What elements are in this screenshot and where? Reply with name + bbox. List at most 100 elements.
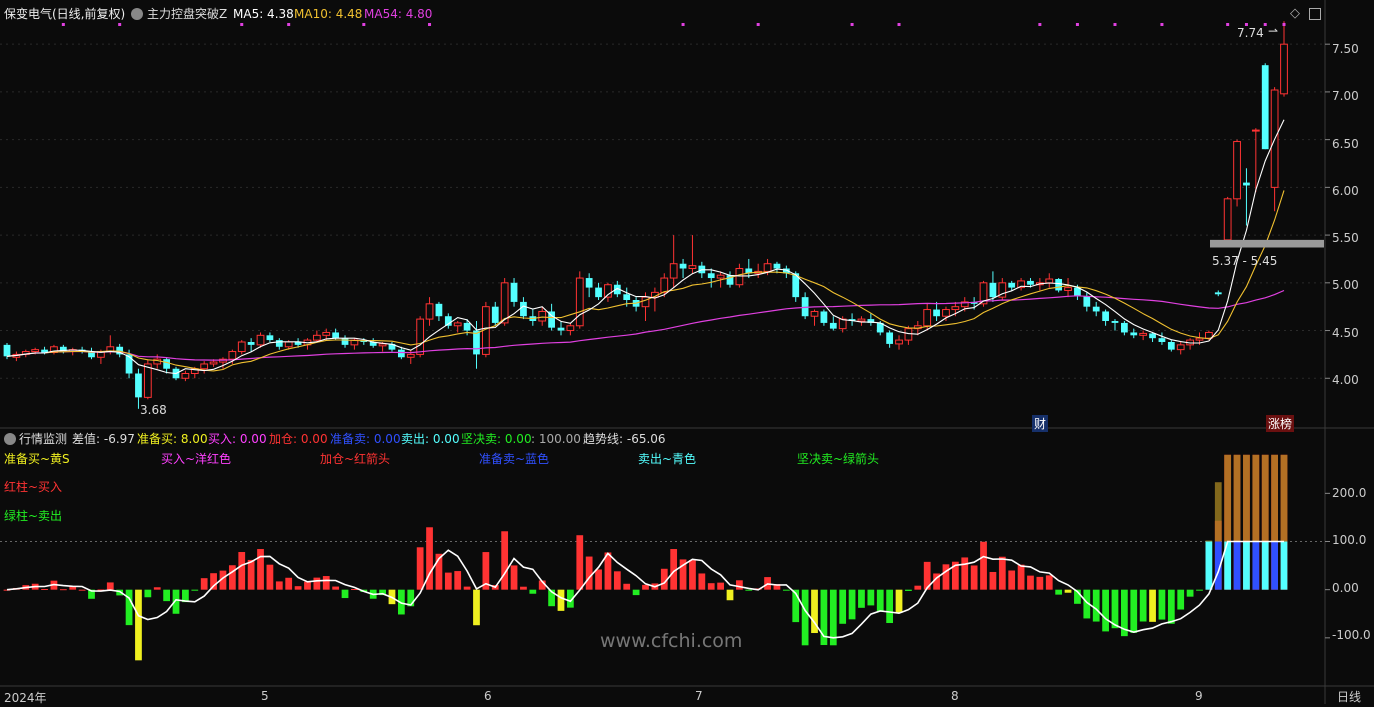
legend-buy: 买入~洋红色 [161,452,232,466]
candle-body [923,309,932,327]
firm-sell-value: 坚决卖: 0.00 [461,432,532,446]
histogram-bar [905,589,912,591]
candle-body [810,310,819,317]
window-toggle-icon[interactable] [1309,8,1321,20]
histogram-bar [942,564,950,590]
candle-body [3,344,11,357]
histogram-bar [210,573,217,590]
candle-body [904,328,913,341]
sell-value: 卖出: 0.00 [401,432,460,446]
candle-body [623,294,631,300]
histogram-bar [689,560,696,590]
histogram-overlay-bar [1280,541,1288,590]
candle-body [575,277,584,327]
candle-body [1092,306,1100,312]
histogram-bar [998,556,1006,590]
candle-body [237,341,246,353]
signal-dot [428,23,432,26]
histogram-bar [642,584,649,590]
histogram-bar [1092,589,1100,622]
candle-body [1139,332,1148,336]
histogram-bar [867,589,875,606]
histogram-bar [520,586,527,590]
histogram-bar [200,578,208,590]
candle-body [256,334,265,346]
histogram-top-bar [1243,454,1250,542]
limit-up-tag[interactable]: 涨榜 [1266,415,1295,432]
indicator-menu-icon[interactable] [131,8,143,20]
histogram-bar [801,589,809,646]
histogram-bar [858,589,865,608]
finance-tag[interactable]: 财 [1032,415,1049,432]
candle-body [829,322,837,329]
legend-red-bar: 红柱~买入 [4,480,63,494]
histogram-bar [961,557,969,590]
histogram-bar [332,586,340,590]
candle-body [1233,141,1241,200]
candle-body [341,338,349,345]
histogram-bar [285,577,293,590]
histogram-bar [463,586,471,590]
histogram-bar [322,576,330,590]
histogram-bar [228,565,236,590]
histogram-bar [275,581,283,590]
histogram-bar [1186,589,1194,597]
candle-body [1008,282,1016,288]
diff-value: 差值: -6.97 [72,432,135,446]
histogram-bar [698,573,706,590]
candle-body [773,263,781,269]
signal-dot [1113,23,1117,26]
histogram-bar [1055,589,1063,595]
indicator-panel-name: 行情监测 [19,432,68,446]
diamond-icon[interactable]: ◇ [1290,6,1300,22]
signal-dot [1075,23,1079,26]
candle-body [1064,287,1072,291]
indicator-tick: -100.0 [1332,628,1371,642]
histogram-bar [510,565,518,590]
signal-dot [681,23,685,26]
indicator-tick: 100.0 [1332,533,1367,547]
histogram-bar [736,580,743,590]
period-label[interactable]: 日线 [1337,689,1361,705]
histogram-top-bar [1214,482,1222,542]
histogram-bar [191,589,199,591]
histogram-bar [444,572,452,590]
price-tick: 7.00 [1332,89,1359,103]
histogram-bar [529,589,537,594]
price-tick: 5.00 [1332,278,1359,292]
legend-prep-buy: 准备买~黄S [4,452,70,466]
price-tick: 4.50 [1332,326,1359,340]
histogram-overlay-bar [1252,541,1260,590]
price-tick: 4.00 [1332,373,1359,387]
candle-body [406,353,415,358]
legend-firm-sell: 坚决卖~绿箭头 [797,452,880,466]
histogram-bar [1149,589,1156,622]
candle-body [163,359,171,369]
histogram-bar [266,564,274,590]
histogram-bar [980,541,987,590]
x-tick: 6 [484,689,492,703]
price-tick: 6.50 [1332,137,1359,151]
stock-title: 保变电气(日线,前复权) [4,7,126,21]
x-tick: 9 [1195,689,1203,703]
ma5-line [6,119,1285,375]
candle-body [416,318,425,355]
indicator-collapse-icon[interactable] [4,433,16,445]
candle-body [942,309,950,317]
candle-body [1102,311,1109,321]
prep-sell-value: 准备卖: 0.00 [330,432,401,446]
candle-body [378,343,387,347]
histogram-bar [914,585,922,590]
candle-body [1243,182,1250,186]
candle-body [1214,292,1222,295]
histogram-bar [1027,575,1034,590]
candle-body [275,340,283,347]
signal-dot [850,23,854,26]
histogram-bar [989,571,997,590]
histogram-bar [595,569,602,590]
histogram-bar [238,552,246,590]
histogram-bar [153,587,161,590]
histogram-bar [632,589,640,596]
candle-body [31,349,40,353]
candle-body [951,306,960,311]
